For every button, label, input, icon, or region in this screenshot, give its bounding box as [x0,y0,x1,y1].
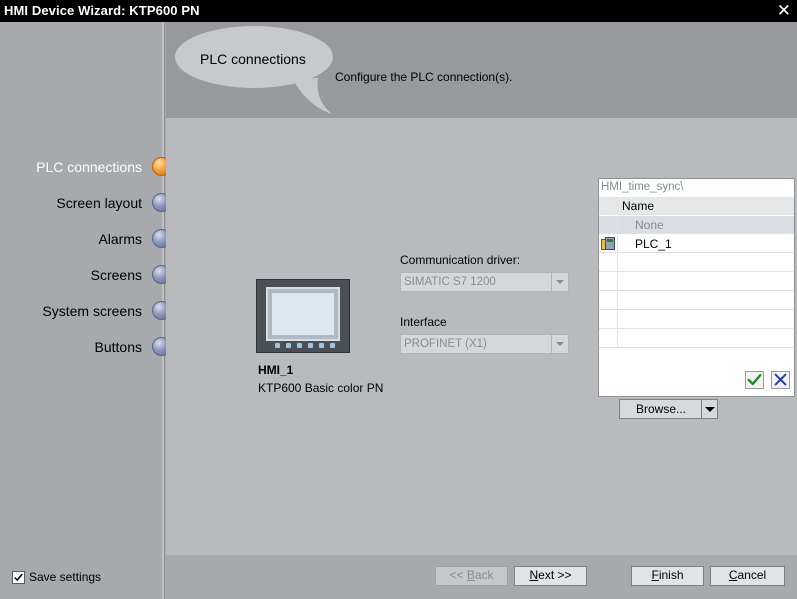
plc-station-icon [601,237,615,250]
chevron-down-icon[interactable] [551,335,568,353]
window-title: HMI Device Wizard: KTP600 PN [4,3,200,18]
checkmark-icon [14,573,23,582]
page-description: Configure the PLC connection(s). [335,70,513,84]
step-buttons[interactable]: Buttons [0,335,175,359]
chevron-down-icon[interactable] [701,400,717,418]
chevron-down-icon[interactable] [551,273,568,291]
interface-value: PROFINET (X1) [404,338,487,350]
step-label: System screens [42,303,142,319]
plc-partner-picker: HMI_time_sync\ Name None PLC_1 [598,178,795,397]
picker-row-empty [599,292,794,310]
save-settings-label: Save settings [29,570,102,584]
browse-button[interactable]: Browse... [619,399,718,419]
close-icon[interactable]: ✕ [777,1,791,21]
step-alarms[interactable]: Alarms [0,227,175,251]
picker-row-empty [599,330,794,348]
picker-row-plc-1[interactable]: PLC_1 [599,235,794,253]
device-screen [266,287,340,341]
device-type: KTP600 Basic color PN [258,381,384,395]
step-label: Alarms [98,231,142,247]
step-screen-layout[interactable]: Screen layout [0,191,175,215]
step-label: Screens [90,267,142,283]
confirm-button[interactable] [745,371,764,389]
picker-row-label: PLC_1 [635,237,672,251]
interface-label: Interface [400,315,447,329]
step-label: PLC connections [36,159,142,175]
communication-driver-select[interactable]: SIMATIC S7 1200 [400,272,569,292]
step-plc-connections[interactable]: PLC connections [0,155,175,179]
name-column-header: Name [622,199,655,213]
communication-driver-value: SIMATIC S7 1200 [404,276,496,288]
step-label: Screen layout [56,195,142,211]
x-icon [774,373,787,386]
page-title: PLC connections [200,51,306,67]
step-system-screens[interactable]: System screens [0,299,175,323]
finish-button[interactable]: Finish [631,566,704,586]
picker-row-empty [599,254,794,272]
step-label: Buttons [94,339,142,355]
picker-row-label: None [635,218,664,232]
speech-bubble-tail [292,78,332,114]
communication-driver-label: Communication driver: [400,253,521,267]
picker-row-none[interactable]: None [599,216,794,234]
save-settings-checkbox[interactable] [12,571,25,584]
discard-button[interactable] [771,371,790,389]
device-keys [275,343,335,349]
browse-label: Browse... [635,402,686,416]
step-screens[interactable]: Screens [0,263,175,287]
picker-row-empty [599,311,794,329]
hmi-device-wizard-window: HMI Device Wizard: KTP600 PN ✕ PLC conne… [0,0,797,599]
hmi-device-image [256,279,350,353]
picker-path: HMI_time_sync\ [601,181,684,193]
picker-row-empty [599,273,794,291]
device-name: HMI_1 [258,363,294,377]
cancel-button[interactable]: Cancel [710,566,785,586]
picker-column-header: Name [599,197,794,215]
next-button[interactable]: Next >> [514,566,587,586]
title-bar: HMI Device Wizard: KTP600 PN ✕ [0,0,797,22]
back-button[interactable]: << Back [435,566,508,586]
checkmark-icon [747,373,762,386]
interface-select[interactable]: PROFINET (X1) [400,334,569,354]
